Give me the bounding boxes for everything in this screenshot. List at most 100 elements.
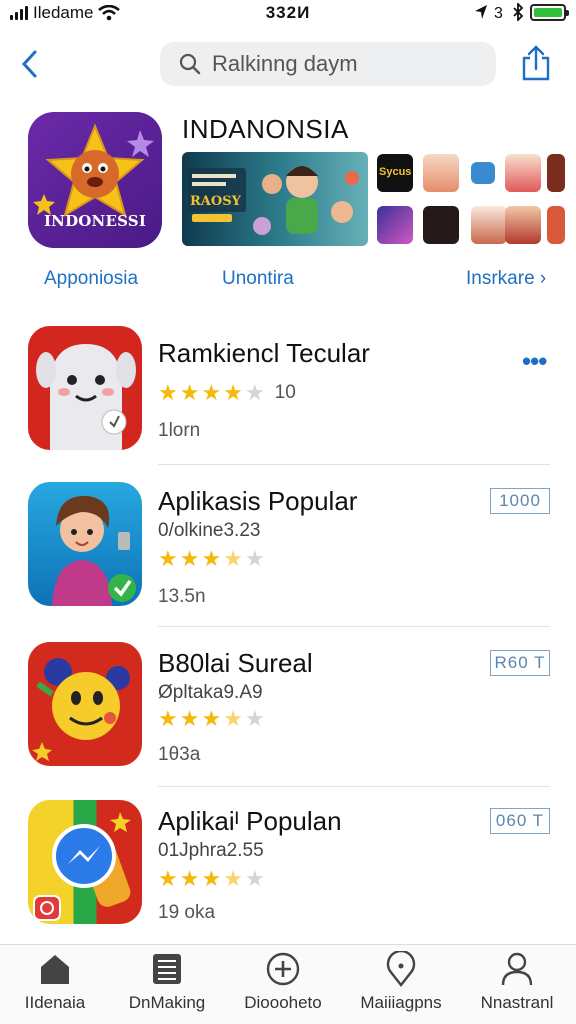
tab-profile[interactable]: Nnastranl [462,951,572,1013]
list-icon [153,954,181,984]
star-icon: ★ [201,380,222,405]
star-icon: ★ [201,866,222,891]
chevron-right-icon: › [539,268,547,289]
tab-label: Maiiiagpns [360,993,442,1012]
featured-title: INDANONSIA [182,114,349,144]
back-button[interactable] [16,44,46,84]
star-icon: ★ [158,706,178,731]
bluetooth-icon [513,3,524,21]
status-bar: Iledame 332И 3 [0,0,576,28]
ghost-mascot-icon [36,344,136,450]
thumb-6[interactable] [377,206,413,244]
more-options-button[interactable]: ••• [522,346,547,377]
tab-home[interactable]: IIdenaia [0,951,110,1013]
star-icon: ★ [179,546,200,571]
smiley-character-icon [32,658,130,761]
app-size: 1lorn [158,420,201,441]
star-icon: ★ [201,706,222,731]
location-pin-icon [386,951,416,987]
thumb-2[interactable] [423,154,459,192]
svg-text:3: 3 [494,5,503,20]
featured-app-icon[interactable]: INDONESSI [28,112,162,248]
search-icon [179,53,201,75]
star-half-icon: ★ [223,546,243,571]
thumb-4[interactable] [505,154,541,192]
battery-icon [530,3,569,21]
app-subtitle: 01Jphra2.55 [158,840,264,861]
search-placeholder: Ralkinng daym [212,51,358,76]
app-size: 1θ3a [158,744,201,765]
messenger-icon [33,812,131,921]
divider [158,464,550,465]
tab-label: DnMaking [128,993,206,1012]
thumb-text: Sycus [379,166,412,178]
get-button[interactable]: 060 T [490,808,550,834]
screenshot-thumbnails[interactable]: Sycus [377,154,565,248]
app-subtitle: Øpltaka9.A9 [158,682,263,703]
thumb-7[interactable] [423,206,459,244]
star-icon: ★ [179,866,200,891]
person-icon [501,952,533,986]
star-icon: ★ [158,380,178,405]
star-icon: ★ [158,546,178,571]
girl-character-icon [52,495,136,606]
share-icon [522,45,550,81]
app-subtitle: 0/olkine3.23 [158,520,261,541]
app-name: B80lai Sureal [158,648,313,678]
link-unontira[interactable]: Unontira [222,268,294,290]
rating-stars: ★ ★ ★ ★ ★ 10 [158,380,296,406]
thumb-3[interactable] [471,162,495,184]
thumb-5[interactable] [547,154,565,192]
rating-stars: ★ ★ ★ ★ ★ [158,706,265,732]
divider [158,626,550,627]
tab-add[interactable]: Dioooheto [228,951,338,1013]
star-half-icon: ★ [223,706,243,731]
tab-label: Nnastranl [480,993,554,1012]
star-icon: ★ [158,866,178,891]
app-icon-2[interactable] [28,482,142,606]
star-icon: ★ [244,380,265,405]
add-icon [266,952,300,986]
chevron-left-icon [21,50,37,78]
thumb-9[interactable] [505,206,541,244]
home-icon [41,955,69,984]
thumb-1[interactable]: Sycus [377,154,413,192]
star-icon: ★ [244,866,265,891]
tab-label: Dioooheto [244,993,322,1012]
featured-banner[interactable]: RAOSY [182,152,368,246]
app-size: 13.5n [158,586,206,607]
tab-bar: IIdenaia DnMaking Dioooheto Maiiiagpns N… [0,944,576,1024]
app-icon-4[interactable] [28,800,142,924]
rating-count: 10 [274,382,296,403]
tab-list[interactable]: DnMaking [112,951,222,1013]
tab-location[interactable]: Maiiiagpns [346,951,456,1013]
star-icon: ★ [179,706,200,731]
search-input[interactable]: Ralkinng daym [160,42,496,86]
share-button[interactable] [518,43,554,83]
app-size: 19 oka [158,902,216,923]
featured-links: Apponiosia Unontira Insrkare › [0,268,576,298]
alarm-icon: 3 [494,5,503,20]
app-name: Aplikasis Popular [158,486,358,516]
location-icon [475,5,487,19]
app-icon-3[interactable] [28,642,142,766]
get-button[interactable]: 1000 [490,488,550,514]
status-icons: 3 [474,3,569,21]
link-insrkare-label: Insrkare [466,268,535,289]
thumb-10[interactable] [547,206,565,244]
app-name: Aplikaiᴵ Populan [158,806,342,836]
star-half-icon: ★ [223,866,243,891]
star-icon: ★ [201,546,222,571]
app-icon-1[interactable] [28,326,142,450]
star-icon: ★ [179,380,200,405]
app-name: Ramkiencl Tecular [158,338,370,368]
divider [158,786,550,787]
get-button[interactable]: R60 T [490,650,550,676]
thumb-8[interactable] [471,206,507,244]
star-icon: ★ [244,706,265,731]
banner-text: RAOSY [190,194,241,209]
link-insrkare[interactable]: Insrkare › [466,268,546,290]
tab-label: IIdenaia [24,993,86,1012]
link-apponiosia[interactable]: Apponiosia [44,268,138,290]
rating-stars: ★ ★ ★ ★ ★ [158,546,265,572]
